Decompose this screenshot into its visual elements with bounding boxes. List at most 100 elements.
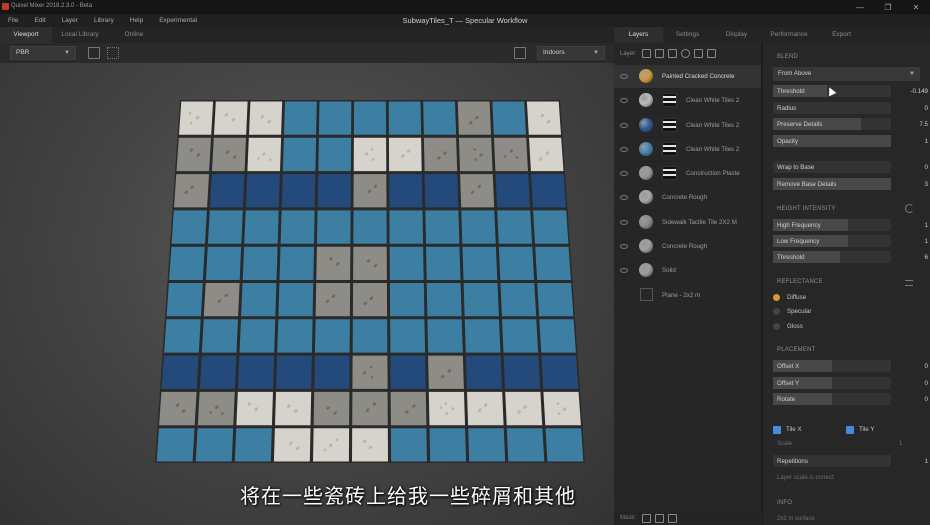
grime-speck xyxy=(439,406,443,409)
layer-item[interactable]: Sidewalk Tactile Tile 2X2 M xyxy=(614,211,761,236)
slider-value[interactable]: 7.5 xyxy=(898,121,928,128)
grid-icon[interactable] xyxy=(107,47,119,59)
material-thumbnail-icon xyxy=(639,239,653,254)
grime-speck xyxy=(225,112,229,116)
tile xyxy=(535,246,571,280)
layer-mask-thumbnail[interactable] xyxy=(662,141,677,156)
visibility-eye-icon[interactable] xyxy=(620,98,628,104)
layer-item[interactable]: Painted Cracked Concrete xyxy=(614,65,761,90)
visibility-eye-icon[interactable] xyxy=(620,219,628,225)
slider-value[interactable]: 1 xyxy=(898,222,928,229)
add-layer-icon[interactable] xyxy=(642,49,651,58)
slider-value[interactable]: 0 xyxy=(898,105,928,112)
close-icon[interactable]: ✕ xyxy=(902,0,930,14)
tab-export[interactable]: Export xyxy=(817,27,866,43)
layer-item[interactable]: Clean White Tiles 2 xyxy=(614,89,761,114)
3d-viewport[interactable] xyxy=(0,63,614,525)
slider-value[interactable]: -0.149 xyxy=(898,88,928,95)
blend-mode-dropdown[interactable]: From Above ▼ xyxy=(773,67,920,81)
reflectance-specular-option[interactable]: Specular xyxy=(773,306,893,318)
menu-layer[interactable]: Layer xyxy=(54,14,86,27)
tile xyxy=(390,391,427,426)
tab-viewport[interactable]: Viewport xyxy=(0,27,52,43)
tile xyxy=(494,137,528,172)
solid-icon[interactable] xyxy=(681,49,690,58)
slider-value[interactable]: 1 xyxy=(898,458,928,465)
grime-speck xyxy=(370,148,374,151)
tile xyxy=(156,428,195,462)
slider-value[interactable]: 1 xyxy=(898,238,928,245)
menu-experimental[interactable]: Experimental xyxy=(151,14,205,27)
slider-value[interactable]: 1 xyxy=(898,138,928,145)
height-threshold-slider[interactable]: Threshold 6 xyxy=(773,251,928,263)
repetitions-slider[interactable]: Repetitions 1 xyxy=(773,455,928,467)
high-frequency-slider[interactable]: High Frequency 1 xyxy=(773,219,928,231)
visibility-eye-icon[interactable] xyxy=(620,244,628,250)
slider-value[interactable]: 0 xyxy=(898,396,928,403)
menu-edit[interactable]: Edit xyxy=(26,14,53,27)
tab-display[interactable]: Display xyxy=(712,27,761,43)
visibility-eye-icon[interactable] xyxy=(620,74,628,79)
opacity-slider[interactable]: Opacity 1 xyxy=(773,135,928,147)
delete-mask-icon[interactable] xyxy=(668,514,677,523)
grime-speck xyxy=(374,264,378,267)
mask-settings-icon[interactable] xyxy=(655,514,664,523)
tab-settings[interactable]: Settings xyxy=(663,27,712,43)
tile xyxy=(457,101,491,135)
render-mode-dropdown[interactable]: PBR ▼ xyxy=(10,46,76,60)
layer-item[interactable]: Concrete Rough xyxy=(614,235,761,260)
layer-mask-thumbnail[interactable] xyxy=(662,117,677,132)
visibility-eye-icon[interactable] xyxy=(620,268,628,274)
low-frequency-slider[interactable]: Low Frequency 1 xyxy=(773,235,928,247)
slider-value[interactable]: 0 xyxy=(898,380,928,387)
layer-mask-thumbnail[interactable] xyxy=(662,93,677,108)
tab-layers[interactable]: Layers xyxy=(614,27,663,43)
tab-local-library[interactable]: Local Library xyxy=(52,27,108,43)
layer-item[interactable]: Plane - 2x2 m xyxy=(614,284,761,308)
grime-speck xyxy=(365,152,369,155)
slider-value[interactable]: 0 xyxy=(898,363,928,370)
reset-icon[interactable] xyxy=(905,204,914,213)
add-mask-icon[interactable] xyxy=(642,514,651,523)
menu-file[interactable]: File xyxy=(0,14,26,27)
layer-item[interactable]: Clean White Tiles 2 xyxy=(614,138,761,163)
offset-x-slider[interactable]: Offset X 0 xyxy=(773,360,928,372)
offset-y-slider[interactable]: Offset Y 0 xyxy=(773,377,928,389)
preserve-details-slider[interactable]: Preserve Details 7.5 xyxy=(773,118,928,130)
visibility-eye-icon[interactable] xyxy=(620,171,628,177)
surface-icon[interactable] xyxy=(668,49,677,58)
slider-value[interactable]: 6 xyxy=(898,254,928,261)
layer-item[interactable]: Construction Plaste xyxy=(614,162,761,187)
rotate-slider[interactable]: Rotate 0 xyxy=(773,393,928,405)
minimize-icon[interactable]: — xyxy=(846,0,874,14)
layer-item[interactable]: Concrete Rough xyxy=(614,186,761,211)
reflectance-diffuse-option[interactable]: Diffuse xyxy=(773,292,893,304)
delete-layer-icon[interactable] xyxy=(707,49,716,58)
smart-material-icon[interactable] xyxy=(655,49,664,58)
remove-base-details-slider[interactable]: Remove Base Details 3 xyxy=(773,178,928,190)
menu-icon[interactable] xyxy=(905,280,913,286)
tile-x-checkbox[interactable] xyxy=(773,426,781,434)
slider-value[interactable]: 0 xyxy=(898,164,928,171)
menu-help[interactable]: Help xyxy=(122,14,151,27)
wrap-to-base-slider[interactable]: Wrap to Base 0 xyxy=(773,161,928,173)
radius-slider[interactable]: Radius 0 xyxy=(773,102,928,114)
tab-online[interactable]: Online xyxy=(108,27,160,43)
visibility-eye-icon[interactable] xyxy=(620,146,628,152)
layer-mask-thumbnail[interactable] xyxy=(662,166,677,181)
layer-item[interactable]: Solid xyxy=(614,259,761,284)
layer-list: Painted Cracked Concrete Clean White Tile… xyxy=(614,65,761,308)
image-icon[interactable] xyxy=(88,47,100,59)
tab-performance[interactable]: Performance xyxy=(761,27,817,43)
layer-menu-icon[interactable] xyxy=(694,49,703,58)
layer-item[interactable]: Clean White Tiles 2 xyxy=(614,114,761,138)
visibility-eye-icon[interactable] xyxy=(620,122,628,128)
environment-dropdown[interactable]: Indoors ▼ xyxy=(537,46,605,60)
slider-value[interactable]: 3 xyxy=(898,181,928,188)
tile-y-checkbox[interactable] xyxy=(846,426,854,434)
maximize-icon[interactable]: ❐ xyxy=(874,0,902,14)
reflectance-gloss-option[interactable]: Gloss xyxy=(773,321,893,333)
menu-library[interactable]: Library xyxy=(86,14,122,27)
visibility-eye-icon[interactable] xyxy=(620,195,628,201)
cube-icon[interactable] xyxy=(514,47,526,59)
